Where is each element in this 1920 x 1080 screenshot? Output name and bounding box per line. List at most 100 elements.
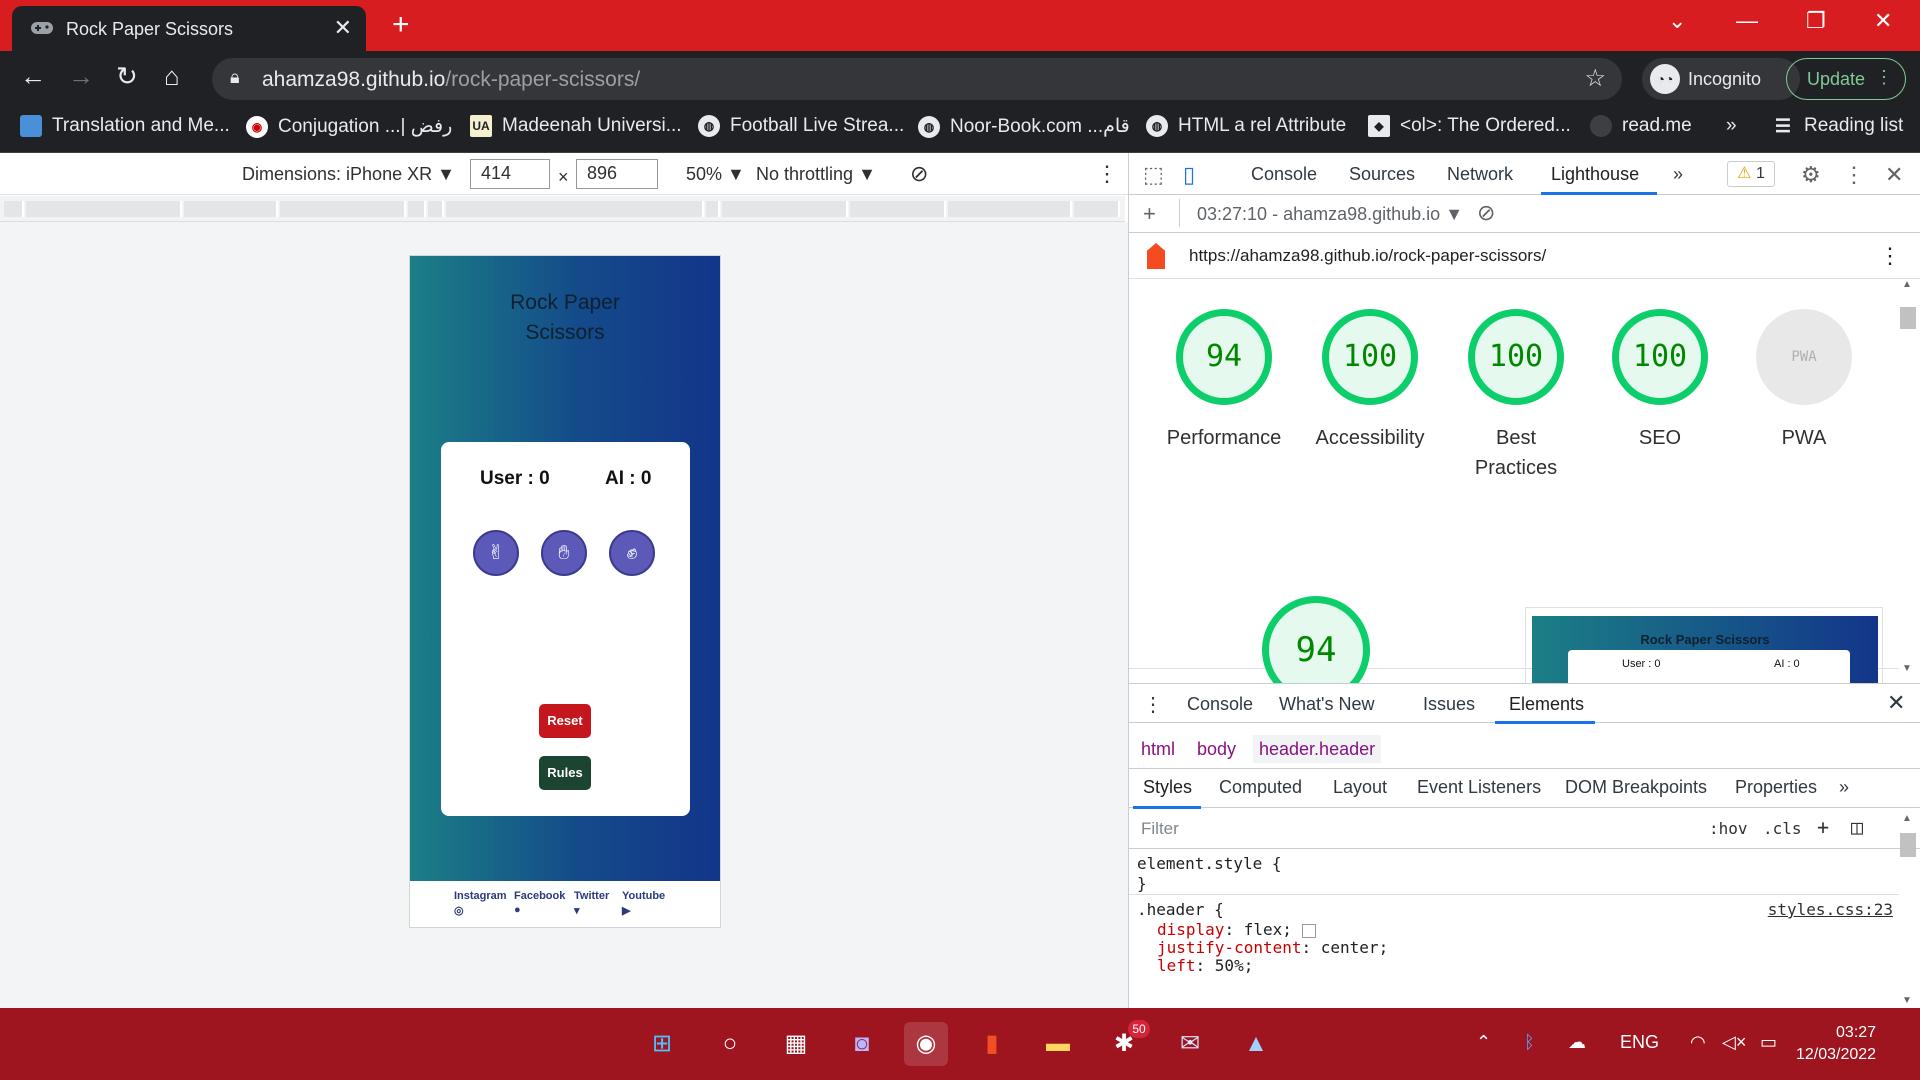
styles-scrollbar[interactable]: ▲ ▼ [1900,813,1916,1008]
bookmark-item[interactable]: ◍ Noor-Book.com ...قام [918,115,1130,138]
drawer-close-icon[interactable]: ✕ [1887,690,1905,716]
address-bar[interactable]: 🔒︎ ahamza98.github.io/rock-paper-scissor… [212,58,1622,100]
drawer-tab-elements[interactable]: Elements [1509,694,1584,715]
warning-badge[interactable]: ⚠ 1 [1727,161,1775,187]
wifi-icon[interactable]: ◠ [1690,1032,1706,1053]
chat-icon[interactable]: ◙ [840,1022,884,1066]
flex-editor-icon[interactable] [1301,923,1316,938]
report-menu-icon[interactable]: ⋮ [1879,243,1901,269]
start-icon[interactable]: ⊞ [640,1022,684,1066]
new-tab-icon[interactable]: + [392,8,410,42]
drawer-tab-console[interactable]: Console [1187,694,1253,715]
reset-button[interactable]: Reset [539,704,591,738]
reload-icon[interactable]: ↻ [116,61,138,92]
mail-icon[interactable]: ✉ [1168,1022,1212,1066]
drawer-menu-icon[interactable]: ⋮ [1143,692,1163,717]
subtab-dom-breakpoints[interactable]: DOM Breakpoints [1565,777,1707,798]
reading-list[interactable]: ☰ Reading list [1772,115,1903,137]
device-select[interactable]: Dimensions: iPhone XR ▼ [242,164,455,185]
rules-button[interactable]: Rules [539,756,591,790]
device-toggle-icon[interactable]: ▯ [1183,162,1195,188]
new-rule-icon[interactable]: + [1817,815,1829,839]
crumb-body[interactable]: body [1197,739,1236,760]
element-style-rule[interactable]: element.style { [1137,854,1282,873]
chrome-icon[interactable]: ◉ [904,1022,948,1066]
tab-network[interactable]: Network [1447,164,1513,185]
decl-left[interactable]: left: 50%; [1157,956,1253,975]
lighthouse-scrollbar[interactable]: ▲ ▼ [1900,279,1916,679]
report-select[interactable]: 03:27:10 - ahamza98.github.io ▼ [1197,204,1463,225]
filter-input[interactable]: Filter [1141,819,1179,839]
photos-icon[interactable]: ▲ [1234,1022,1278,1066]
browser-tab[interactable]: Rock Paper Scissors ✕ [12,6,366,51]
back-icon[interactable]: ← [20,61,46,92]
widgets-icon[interactable]: ▦ [774,1022,818,1066]
facebook-link[interactable]: Facebook ● [514,890,565,916]
subtab-computed[interactable]: Computed [1219,777,1302,798]
update-button[interactable]: Update ⋮ [1786,58,1906,100]
decl-display[interactable]: display: flex; [1157,920,1316,939]
hov-toggle[interactable]: :hov [1709,819,1748,838]
settings-icon[interactable]: ⚙ [1801,162,1821,188]
device-more-icon[interactable]: ⋮ [1096,161,1118,187]
bookmark-item[interactable]: read.me [1590,115,1692,137]
paper-button[interactable]: ✋︎ [541,530,587,576]
tab-overflow[interactable]: » [1673,164,1683,185]
cloud-icon[interactable]: ☁ [1568,1032,1586,1053]
language-indicator[interactable]: ENG [1620,1032,1659,1053]
tab-close-icon[interactable]: ✕ [334,15,352,41]
gauge-best-practices[interactable]: 100 Best Practices [1441,309,1591,483]
height-input[interactable]: 896 [576,159,658,189]
header-rule[interactable]: .header { [1137,900,1224,919]
bookmark-star-icon[interactable]: ☆ [1584,64,1606,93]
crumb-html[interactable]: html [1141,739,1175,760]
volume-muted-icon[interactable]: ◁× [1722,1032,1746,1053]
scissors-button[interactable]: ✌︎ [473,530,519,576]
tab-lighthouse[interactable]: Lighthouse [1551,164,1639,185]
rotate-icon[interactable]: ⊘ [910,161,928,187]
report-url[interactable]: https://ahamza98.github.io/rock-paper-sc… [1189,246,1546,266]
clock[interactable]: 03:27 12/03/2022 [1796,1022,1876,1066]
gauge-seo[interactable]: 100 SEO [1587,309,1733,453]
forward-icon[interactable]: → [68,61,94,92]
sidebar-toggle-icon[interactable]: ◫ [1851,815,1863,839]
tab-sources[interactable]: Sources [1349,164,1415,185]
window-close-icon[interactable]: ✕ [1874,8,1892,34]
source-link[interactable]: styles.css:23 [1768,900,1893,919]
home-icon[interactable]: ⌂ [164,61,180,92]
drawer-tab-issues[interactable]: Issues [1423,694,1475,715]
add-report-icon[interactable]: + [1143,201,1156,227]
devtools-more-icon[interactable]: ⋮ [1843,162,1865,188]
bookmark-item[interactable]: ◍ HTML a rel Attribute [1146,115,1346,137]
bluetooth-icon[interactable]: ᛒ [1524,1032,1535,1053]
width-input[interactable]: 414 [470,159,550,189]
bookmark-item[interactable]: Translation and Me... [20,115,230,137]
subtab-event-listeners[interactable]: Event Listeners [1417,777,1541,798]
file-explorer-icon[interactable]: ▬ [1036,1022,1080,1066]
office-icon[interactable]: ▮ [970,1022,1014,1066]
rock-button[interactable]: ✊︎ [609,530,655,576]
subtab-properties[interactable]: Properties [1735,777,1817,798]
crumb-header[interactable]: header.header [1253,735,1382,763]
bookmark-item[interactable]: ◍ Football Live Strea... [698,115,904,137]
bookmark-item[interactable]: UA Madeenah Universi... [470,115,682,137]
cls-toggle[interactable]: .cls [1763,819,1802,838]
tray-overflow-icon[interactable]: ⌃ [1476,1032,1491,1053]
gauge-pwa[interactable]: PWA PWA [1731,309,1877,453]
youtube-link[interactable]: Youtube ▶ [622,890,665,917]
minimize-icon[interactable]: — [1736,8,1758,34]
twitter-link[interactable]: Twitter ▾ [574,890,609,917]
drawer-tab-whats-new[interactable]: What's New [1279,694,1374,715]
devtools-close-icon[interactable]: ✕ [1885,162,1903,188]
gauge-accessibility[interactable]: 100 Accessibility [1297,309,1443,453]
clear-icon[interactable]: ⊘ [1477,200,1495,226]
tab-search-icon[interactable]: ⌄ [1668,8,1686,34]
battery-icon[interactable]: ▭ [1760,1032,1777,1053]
bookmark-item[interactable]: ◆ <ol>: The Ordered... [1368,115,1571,137]
restore-icon[interactable]: ❐ [1806,8,1826,34]
subtab-styles[interactable]: Styles [1143,777,1192,798]
bookmarks-overflow[interactable]: » [1726,115,1737,137]
subtab-layout[interactable]: Layout [1333,777,1387,798]
search-icon[interactable]: ○ [708,1022,752,1066]
bookmark-item[interactable]: ◉ Conjugation ...| رفض [246,115,452,138]
